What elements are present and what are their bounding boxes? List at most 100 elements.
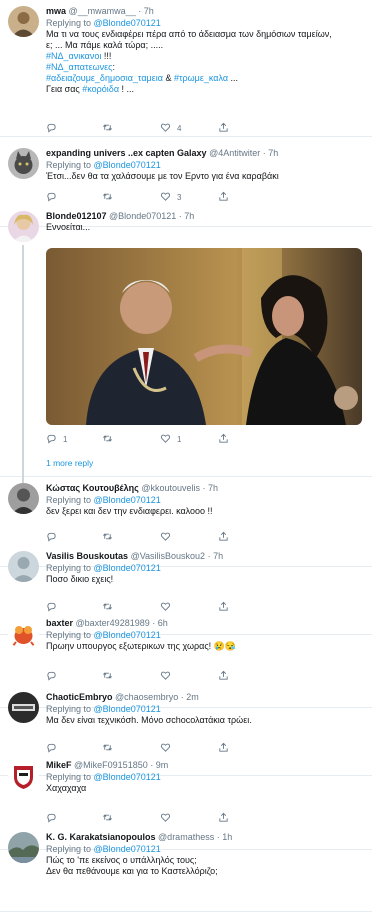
reply-button[interactable] xyxy=(46,670,57,682)
display-name[interactable]: expanding univers ..ex capten Galaxy xyxy=(46,148,207,158)
reply-button[interactable]: 1 xyxy=(46,433,67,445)
retweet-button[interactable] xyxy=(102,742,113,754)
retweet-button[interactable] xyxy=(102,191,113,203)
user-handle[interactable]: @chaosembryo xyxy=(115,692,178,702)
retweet-button[interactable] xyxy=(102,670,113,682)
like-button[interactable] xyxy=(160,812,171,824)
reply-icon xyxy=(46,670,57,683)
tweet-1[interactable]: mwa @__mwamwa__ · 7h Replying to @Blonde0… xyxy=(0,0,372,137)
timestamp[interactable]: 7h xyxy=(268,148,278,158)
separator-dot: · xyxy=(200,483,208,493)
share-button[interactable] xyxy=(218,191,229,203)
reply-button[interactable] xyxy=(46,742,57,754)
text-segment: Εννοείται... xyxy=(46,222,91,232)
share-button[interactable] xyxy=(218,531,229,543)
replying-to-mention[interactable]: @Blonde070121 xyxy=(94,630,161,640)
user-handle[interactable]: @dramathess xyxy=(158,832,214,842)
share-button[interactable] xyxy=(218,433,229,445)
tweet-text: Ποσο δικιο εχεις! xyxy=(46,574,364,585)
tweet-text-line: δεν ξερει και δεν την ενδιαφερει. καλοοο… xyxy=(46,506,364,517)
user-handle[interactable]: @MikeF09151850 xyxy=(74,760,148,770)
hashtag-link[interactable]: #αδειαζουμε_δημοσια_ταμεια xyxy=(46,73,163,83)
display-name[interactable]: mwa xyxy=(46,6,66,16)
share-icon xyxy=(218,670,229,683)
retweet-button[interactable] xyxy=(102,433,113,445)
text-segment: Μα τι να τους ενδιαφέρει πέρα από το άδε… xyxy=(46,29,332,39)
tweet-9[interactable]: K. G. Karakatsianopoulos @dramathess · 1… xyxy=(0,826,372,912)
like-button[interactable]: 1 xyxy=(160,433,181,445)
reply-button[interactable] xyxy=(46,191,57,203)
like-button[interactable] xyxy=(160,531,171,543)
retweet-button[interactable] xyxy=(102,122,113,134)
tweet-photo[interactable] xyxy=(46,248,362,425)
text-segment: Έτσι...δεν θα τα χαλάσουμε με τον Ερντο … xyxy=(46,171,279,181)
retweet-button[interactable] xyxy=(102,531,113,543)
user-handle[interactable]: @4Antitwiter xyxy=(209,148,260,158)
timestamp[interactable]: 7h xyxy=(144,6,154,16)
share-button[interactable] xyxy=(218,122,229,134)
user-handle[interactable]: @Blonde070121 xyxy=(109,211,176,221)
timestamp[interactable]: 7h xyxy=(184,211,194,221)
hashtag-link[interactable]: #κορόιδα xyxy=(82,84,119,94)
retweet-button[interactable] xyxy=(102,812,113,824)
replying-to-mention[interactable]: @Blonde070121 xyxy=(94,495,161,505)
share-button[interactable] xyxy=(218,812,229,824)
hashtag-link[interactable]: #τρωμε_καλα xyxy=(174,73,228,83)
display-name[interactable]: Vasilis Bouskoutas xyxy=(46,551,128,561)
reply-button[interactable] xyxy=(46,531,57,543)
user-handle[interactable]: @kkoutouvelis xyxy=(141,483,200,493)
text-segment: Πρωην υπουργος εξωτερικων της χωρας! 😢😪 xyxy=(46,641,237,651)
display-name[interactable]: ChaoticEmbryo xyxy=(46,692,113,702)
tweet-text: δεν ξερει και δεν την ενδιαφερει. καλοοο… xyxy=(46,506,364,517)
replying-to-mention[interactable]: @Blonde070121 xyxy=(94,844,161,854)
avatar[interactable] xyxy=(8,618,39,649)
display-name[interactable]: MikeF xyxy=(46,760,72,770)
hashtag-link[interactable]: #ΝΔ_απατεωνες xyxy=(46,62,112,72)
timestamp[interactable]: 7h xyxy=(208,483,218,493)
like-button[interactable] xyxy=(160,742,171,754)
display-name[interactable]: baxter xyxy=(46,618,73,628)
avatar[interactable] xyxy=(8,692,39,723)
avatar[interactable] xyxy=(8,6,39,37)
replying-to-mention[interactable]: @Blonde070121 xyxy=(94,704,161,714)
timestamp[interactable]: 6h xyxy=(158,618,168,628)
like-button[interactable]: 4 xyxy=(160,122,181,134)
reply-button[interactable] xyxy=(46,812,57,824)
tweet-text-line: Έτσι...δεν θα τα χαλάσουμε με τον Ερντο … xyxy=(46,171,364,182)
user-handle[interactable]: @baxter49281989 xyxy=(76,618,150,628)
timestamp[interactable]: 1h xyxy=(222,832,232,842)
replying-to: Replying to @Blonde070121 xyxy=(46,704,364,715)
share-button[interactable] xyxy=(218,742,229,754)
replying-to-mention[interactable]: @Blonde070121 xyxy=(94,563,161,573)
tweet-actions: 11 xyxy=(46,433,276,445)
avatar[interactable] xyxy=(8,551,39,582)
replying-to-mention[interactable]: @Blonde070121 xyxy=(94,772,161,782)
display-name[interactable]: Κώστας Κουτουβέλης xyxy=(46,483,139,493)
avatar[interactable] xyxy=(8,211,39,242)
hashtag-link[interactable]: #ΝΔ_ανικανοι xyxy=(46,51,101,61)
timestamp[interactable]: 7h xyxy=(213,551,223,561)
tweet-content: Vasilis Bouskoutas @VasilisBouskou2 · 7h… xyxy=(46,550,364,585)
display-name[interactable]: K. G. Karakatsianopoulos xyxy=(46,832,156,842)
timestamp[interactable]: 9m xyxy=(156,760,169,770)
avatar[interactable] xyxy=(8,483,39,514)
separator-dot: · xyxy=(178,692,187,702)
avatar[interactable] xyxy=(8,148,39,179)
replying-to-mention[interactable]: @Blonde070121 xyxy=(94,160,161,170)
display-name[interactable]: Blonde012107 xyxy=(46,211,107,221)
replying-to-mention[interactable]: @Blonde070121 xyxy=(94,18,161,28)
user-handle[interactable]: @VasilisBouskou2 xyxy=(131,551,206,561)
replying-to: Replying to @Blonde070121 xyxy=(46,18,364,29)
share-button[interactable] xyxy=(218,670,229,682)
heart-icon xyxy=(160,670,171,683)
avatar[interactable] xyxy=(8,832,39,863)
avatar[interactable] xyxy=(8,760,39,791)
reply-button[interactable] xyxy=(46,122,57,134)
like-button[interactable] xyxy=(160,670,171,682)
like-button[interactable]: 3 xyxy=(160,191,181,203)
show-more-replies-link[interactable]: 1 more reply xyxy=(46,458,93,468)
separator-dot: · xyxy=(149,618,158,628)
user-handle[interactable]: @__mwamwa__ xyxy=(69,6,136,16)
timestamp[interactable]: 2m xyxy=(186,692,199,702)
tweet-header: baxter @baxter49281989 · 6h xyxy=(46,617,364,629)
